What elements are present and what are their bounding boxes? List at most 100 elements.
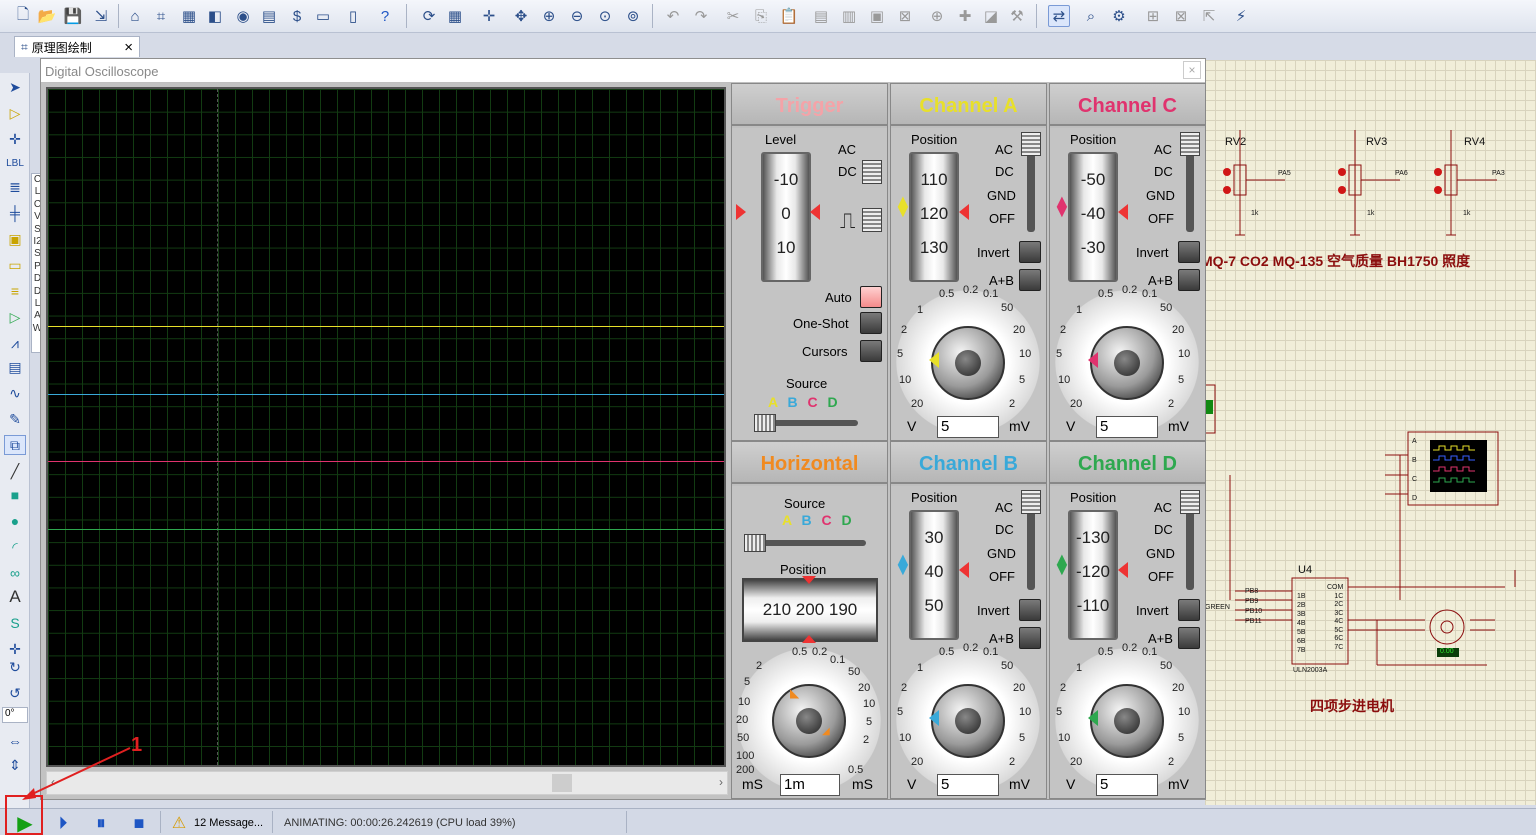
pause-button[interactable]: ⏸ [88,812,114,834]
tab-schematic-capture[interactable]: ⌗ 原理图绘制 × [14,36,140,57]
wire-autorouter-icon[interactable]: ⇄ [1048,5,1070,27]
text-script-icon[interactable]: ≣ [4,177,26,197]
undo-icon[interactable]: ↶ [662,5,684,27]
rotate-cw-icon[interactable]: ↻ [4,657,26,677]
zoom-out-icon[interactable]: ⊖ [566,5,588,27]
decompose-icon[interactable]: ⚒ [1006,5,1028,27]
selection-mode-icon[interactable]: ➤ [4,77,26,97]
block-copy-icon[interactable]: ▤ [810,5,832,27]
timebase-knob[interactable] [772,684,846,758]
schematic-icon[interactable]: ⌗ [150,5,172,27]
property-tool-icon[interactable]: ⚙ [1108,5,1130,27]
cursors-button[interactable] [860,340,882,362]
line-icon[interactable]: ╱ [4,461,26,481]
volts-value-field[interactable]: 5 [937,416,999,438]
block-move-icon[interactable]: ▥ [838,5,860,27]
new-sheet-icon[interactable]: ⊞ [1142,5,1164,27]
coupling-thumb[interactable] [1021,490,1041,514]
trigger-edge-switch[interactable] [862,208,882,232]
source-code-icon[interactable]: ▭ [312,5,334,27]
make-device-icon[interactable]: ✚ [954,5,976,27]
graph-icon[interactable]: ▷ [4,307,26,327]
pan-icon[interactable]: ✥ [510,5,532,27]
a-plus-b-button[interactable] [1178,627,1200,649]
search-tag-icon[interactable]: ⌕ [1080,5,1102,27]
play-button[interactable]: ▶ [12,812,38,835]
netlist-icon[interactable]: ⚡ [1230,5,1252,27]
text-icon[interactable]: A [4,587,26,607]
invert-button[interactable] [1178,599,1200,621]
virtual-instruments-icon[interactable]: ⧉ [4,435,26,455]
volts-knob[interactable] [1090,684,1164,758]
device-pins-icon[interactable]: ≡ [4,281,26,301]
invert-button[interactable] [1178,241,1200,263]
one-shot-button[interactable] [860,312,882,334]
tab-close-icon[interactable]: × [124,39,133,56]
import-icon[interactable]: ⇲ [90,5,112,27]
rotate-ccw-icon[interactable]: ↺ [4,683,26,703]
tape-recorder-icon[interactable]: ⩘ [4,333,26,353]
invert-button[interactable] [1019,599,1041,621]
symbol-icon[interactable]: S [4,613,26,633]
volts-value-field[interactable]: 5 [1096,416,1158,438]
volts-value-field[interactable]: 5 [1096,774,1158,796]
pick-device-icon[interactable]: ⊕ [926,5,948,27]
auto-button[interactable] [860,286,882,308]
step-button[interactable]: ⏵ [50,812,76,834]
home-icon[interactable]: ⌂ [124,5,146,27]
schematic-canvas[interactable]: RV2 RV3 RV4 PA5 PA6 PA3 1k 1k 1k MQ-7 CO… [1205,60,1536,805]
invert-button[interactable] [1019,241,1041,263]
volts-knob[interactable] [931,326,1005,400]
remove-sheet-icon[interactable]: ⊠ [1170,5,1192,27]
open-folder-icon[interactable]: 📂 [36,5,58,27]
block-delete-icon[interactable]: ⊠ [894,5,916,27]
help-icon[interactable]: ? [374,5,396,27]
origin-icon[interactable]: ✛ [478,5,500,27]
design-explorer-icon[interactable]: ▤ [258,5,280,27]
generator-icon[interactable]: ▤ [4,357,26,377]
bus-icon[interactable]: ╪ [4,203,26,223]
stop-button[interactable]: ■ [126,812,152,834]
bom-icon[interactable]: $ [286,5,308,27]
horizontal-source-thumb[interactable] [744,534,766,552]
volts-knob[interactable] [931,684,1005,758]
grid-icon[interactable]: ▦ [444,5,466,27]
subcircuit-icon[interactable]: ▣ [4,229,26,249]
scroll-right-icon[interactable]: › [719,775,723,789]
cut-icon[interactable]: ✂ [722,5,744,27]
circle-icon[interactable]: ● [4,511,26,531]
package-icon[interactable]: ◪ [980,5,1002,27]
copy-icon[interactable]: ⎘ [750,5,772,27]
notes-icon[interactable]: ▯ [342,5,364,27]
voltage-probe-icon[interactable]: ∿ [4,383,26,403]
zoom-area-icon[interactable]: ⊚ [622,5,644,27]
exit-parent-icon[interactable]: ⇱ [1198,5,1220,27]
arc-icon[interactable]: ◜ [4,537,26,557]
rotation-angle-field[interactable]: 0° [2,707,28,723]
new-file-icon[interactable]: 🗋 [12,5,34,27]
3d-icon[interactable]: ◧ [204,5,226,27]
volts-value-field[interactable]: 5 [937,774,999,796]
zoom-all-icon[interactable]: ⊙ [594,5,616,27]
refresh-icon[interactable]: ⟳ [418,5,440,27]
junction-icon[interactable]: ✛ [4,129,26,149]
marker-icon[interactable]: ✛ [4,639,26,659]
timebase-value-field[interactable]: 1m [780,774,840,796]
gerber-icon[interactable]: ◉ [232,5,254,27]
component-mode-icon[interactable]: ▷ [4,103,26,123]
current-probe-icon[interactable]: ✎ [4,409,26,429]
terminals-icon[interactable]: ▭ [4,255,26,275]
path-icon[interactable]: ∞ [4,563,26,583]
a-plus-b-button[interactable] [1019,269,1041,291]
coupling-thumb[interactable] [1180,490,1200,514]
a-plus-b-button[interactable] [1019,627,1041,649]
wire-label-icon[interactable]: LBL [4,153,26,173]
coupling-thumb[interactable] [1180,132,1200,156]
block-rotate-icon[interactable]: ▣ [866,5,888,27]
trigger-source-thumb[interactable] [754,414,776,432]
box-icon[interactable]: ■ [4,485,26,505]
a-plus-b-button[interactable] [1178,269,1200,291]
trigger-coupling-switch[interactable] [862,160,882,184]
redo-icon[interactable]: ↷ [690,5,712,27]
pcb-icon[interactable]: ▦ [178,5,200,27]
